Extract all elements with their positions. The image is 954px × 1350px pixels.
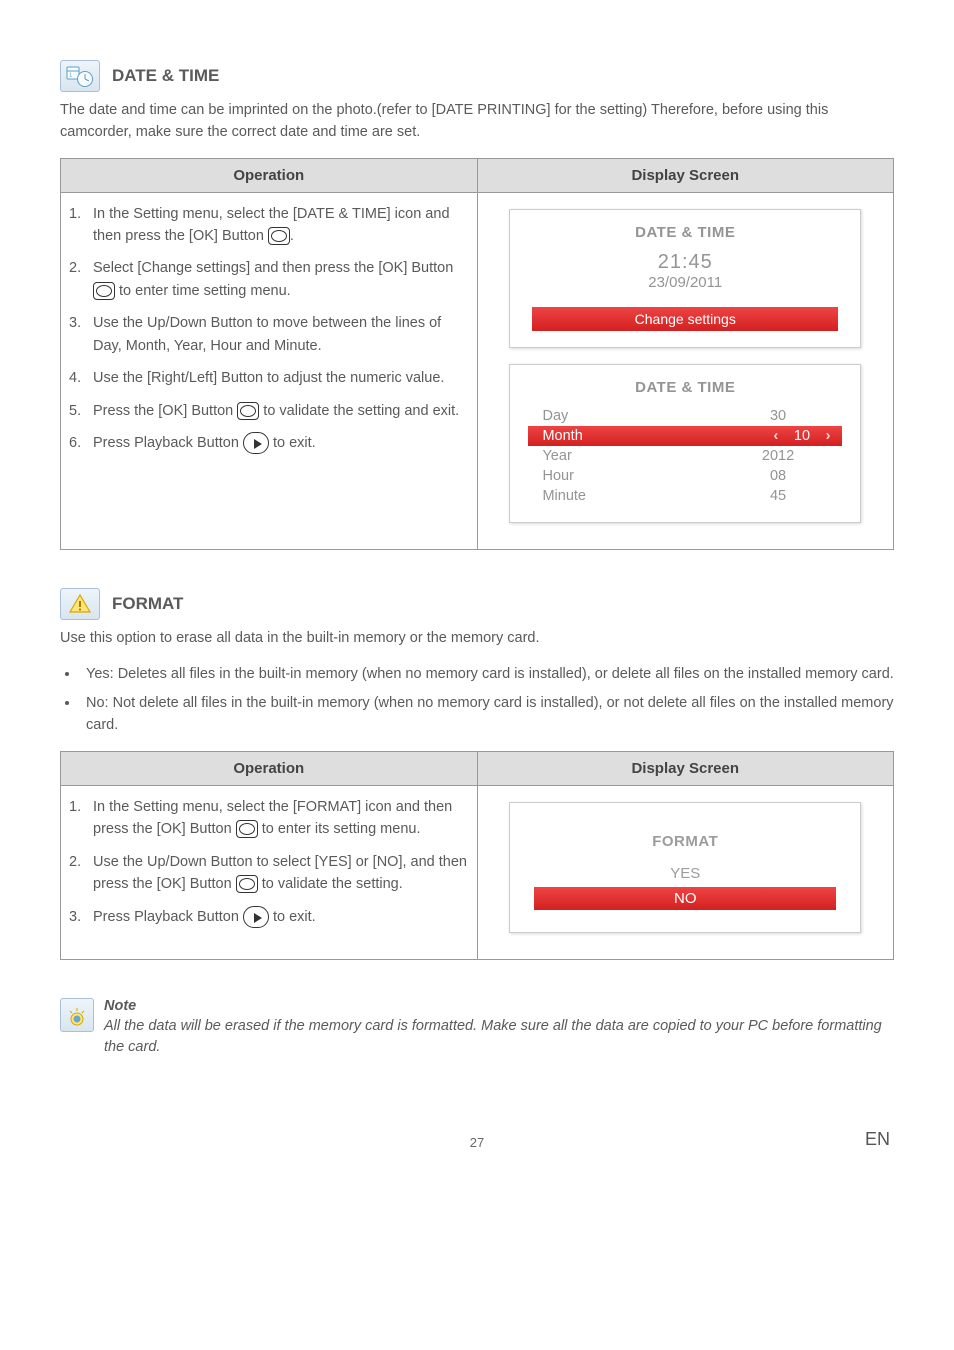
ok-button-icon bbox=[236, 875, 258, 893]
header-operation: Operation bbox=[61, 751, 478, 785]
date-time-steps: In the Setting menu, select the [DATE & … bbox=[69, 203, 469, 455]
change-settings-button[interactable]: Change settings bbox=[532, 307, 838, 331]
step-2: Use the Up/Down Button to select [YES] o… bbox=[69, 851, 469, 896]
panel-date: 23/09/2011 bbox=[528, 274, 842, 291]
date-time-table: Operation Display Screen In the Setting … bbox=[60, 158, 894, 550]
chevron-right-icon[interactable]: › bbox=[818, 428, 838, 444]
date-time-header: 1 DATE & TIME bbox=[60, 60, 894, 92]
note-text: All the data will be erased if the memor… bbox=[104, 1016, 894, 1060]
row-month[interactable]: Month ‹ 10 › bbox=[528, 426, 842, 446]
date-time-screen-2: DATE & TIME Day 30 Month ‹ 10 › bbox=[509, 364, 861, 523]
date-time-screen-1: DATE & TIME 21:45 23/09/2011 Change sett… bbox=[509, 209, 861, 348]
language-label: EN bbox=[830, 1129, 890, 1150]
note-title: Note bbox=[104, 998, 894, 1014]
format-steps: In the Setting menu, select the [FORMAT]… bbox=[69, 796, 469, 928]
step-4: Use the [Right/Left] Button to adjust th… bbox=[69, 367, 469, 389]
step-6: Press Playback Button to exit. bbox=[69, 432, 469, 454]
header-display-screen: Display Screen bbox=[477, 751, 894, 785]
header-operation: Operation bbox=[61, 158, 478, 192]
option-no[interactable]: NO bbox=[534, 887, 836, 910]
step-3: Press Playback Button to exit. bbox=[69, 906, 469, 928]
ok-button-icon bbox=[236, 820, 258, 838]
note-block: Note All the data will be erased if the … bbox=[60, 998, 894, 1060]
step-2: Select [Change settings] and then press … bbox=[69, 257, 469, 302]
ok-button-icon bbox=[93, 282, 115, 300]
row-day[interactable]: Day 30 bbox=[528, 406, 842, 426]
step-5: Press the [OK] Button to validate the se… bbox=[69, 400, 469, 422]
format-screen: FORMAT YES NO bbox=[509, 802, 861, 933]
playback-button-icon bbox=[243, 432, 269, 454]
date-time-intro: The date and time can be imprinted on th… bbox=[60, 100, 894, 144]
ok-button-icon bbox=[237, 402, 259, 420]
format-icon bbox=[60, 588, 100, 620]
panel-title: FORMAT bbox=[528, 833, 842, 850]
panel-title: DATE & TIME bbox=[528, 379, 842, 396]
step-3: Use the Up/Down Button to move between t… bbox=[69, 312, 469, 357]
row-minute[interactable]: Minute 45 bbox=[528, 486, 842, 506]
page-footer: 27 EN bbox=[60, 1129, 894, 1150]
playback-button-icon bbox=[243, 906, 269, 928]
panel-time: 21:45 bbox=[528, 251, 842, 274]
format-intro: Use this option to erase all data in the… bbox=[60, 628, 894, 650]
page-number: 27 bbox=[124, 1135, 830, 1150]
option-yes[interactable]: YES bbox=[528, 862, 842, 885]
format-bullets: Yes: Deletes all files in the built-in m… bbox=[60, 663, 894, 736]
header-display-screen: Display Screen bbox=[477, 158, 894, 192]
bullet-yes: Yes: Deletes all files in the built-in m… bbox=[80, 663, 894, 685]
note-icon bbox=[60, 998, 94, 1032]
panel-title: DATE & TIME bbox=[528, 224, 842, 241]
section-title: DATE & TIME bbox=[112, 66, 219, 86]
format-table: Operation Display Screen In the Setting … bbox=[60, 751, 894, 960]
step-1: In the Setting menu, select the [FORMAT]… bbox=[69, 796, 469, 841]
chevron-left-icon[interactable]: ‹ bbox=[766, 428, 786, 444]
step-1: In the Setting menu, select the [DATE & … bbox=[69, 203, 469, 248]
bullet-no: No: Not delete all files in the built-in… bbox=[80, 692, 894, 737]
ok-button-icon bbox=[268, 227, 290, 245]
row-hour[interactable]: Hour 08 bbox=[528, 466, 842, 486]
date-time-icon: 1 bbox=[60, 60, 100, 92]
format-header: FORMAT bbox=[60, 588, 894, 620]
section-title: FORMAT bbox=[112, 594, 183, 614]
row-year[interactable]: Year 2012 bbox=[528, 446, 842, 466]
